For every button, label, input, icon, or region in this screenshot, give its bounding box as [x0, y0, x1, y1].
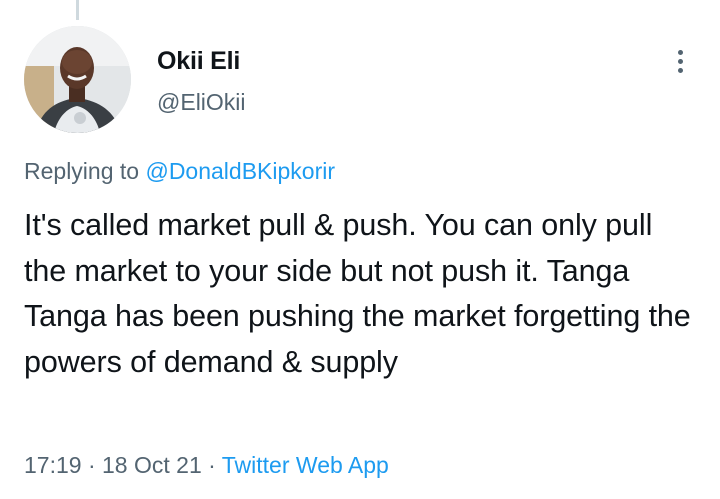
meta-separator: ·	[81, 452, 103, 478]
avatar[interactable]	[24, 26, 131, 133]
meta-separator: ·	[201, 452, 222, 478]
author-name[interactable]: Okii Eli	[157, 47, 240, 76]
replying-to-label: Replying to	[24, 158, 146, 184]
tweet-date[interactable]: 18 Oct 21	[102, 452, 202, 478]
reply-mention-link[interactable]: @DonaldBKipkorir	[145, 158, 335, 184]
tweet-metadata: 17:19 · 18 Oct 21 · Twitter Web App	[24, 452, 389, 479]
thread-connector-line	[76, 0, 79, 20]
avatar-image	[24, 26, 131, 133]
more-dot	[677, 49, 683, 55]
more-vertical-icon[interactable]	[666, 44, 694, 78]
more-dot	[677, 67, 683, 73]
author-handle[interactable]: @EliOkii	[157, 89, 246, 116]
replying-to: Replying to @DonaldBKipkorir	[24, 158, 335, 185]
more-dot	[677, 58, 683, 64]
tweet-source-link[interactable]: Twitter Web App	[222, 452, 389, 478]
tweet-time[interactable]: 17:19	[24, 452, 82, 478]
tweet-text: It's called market pull & push. You can …	[24, 208, 691, 379]
